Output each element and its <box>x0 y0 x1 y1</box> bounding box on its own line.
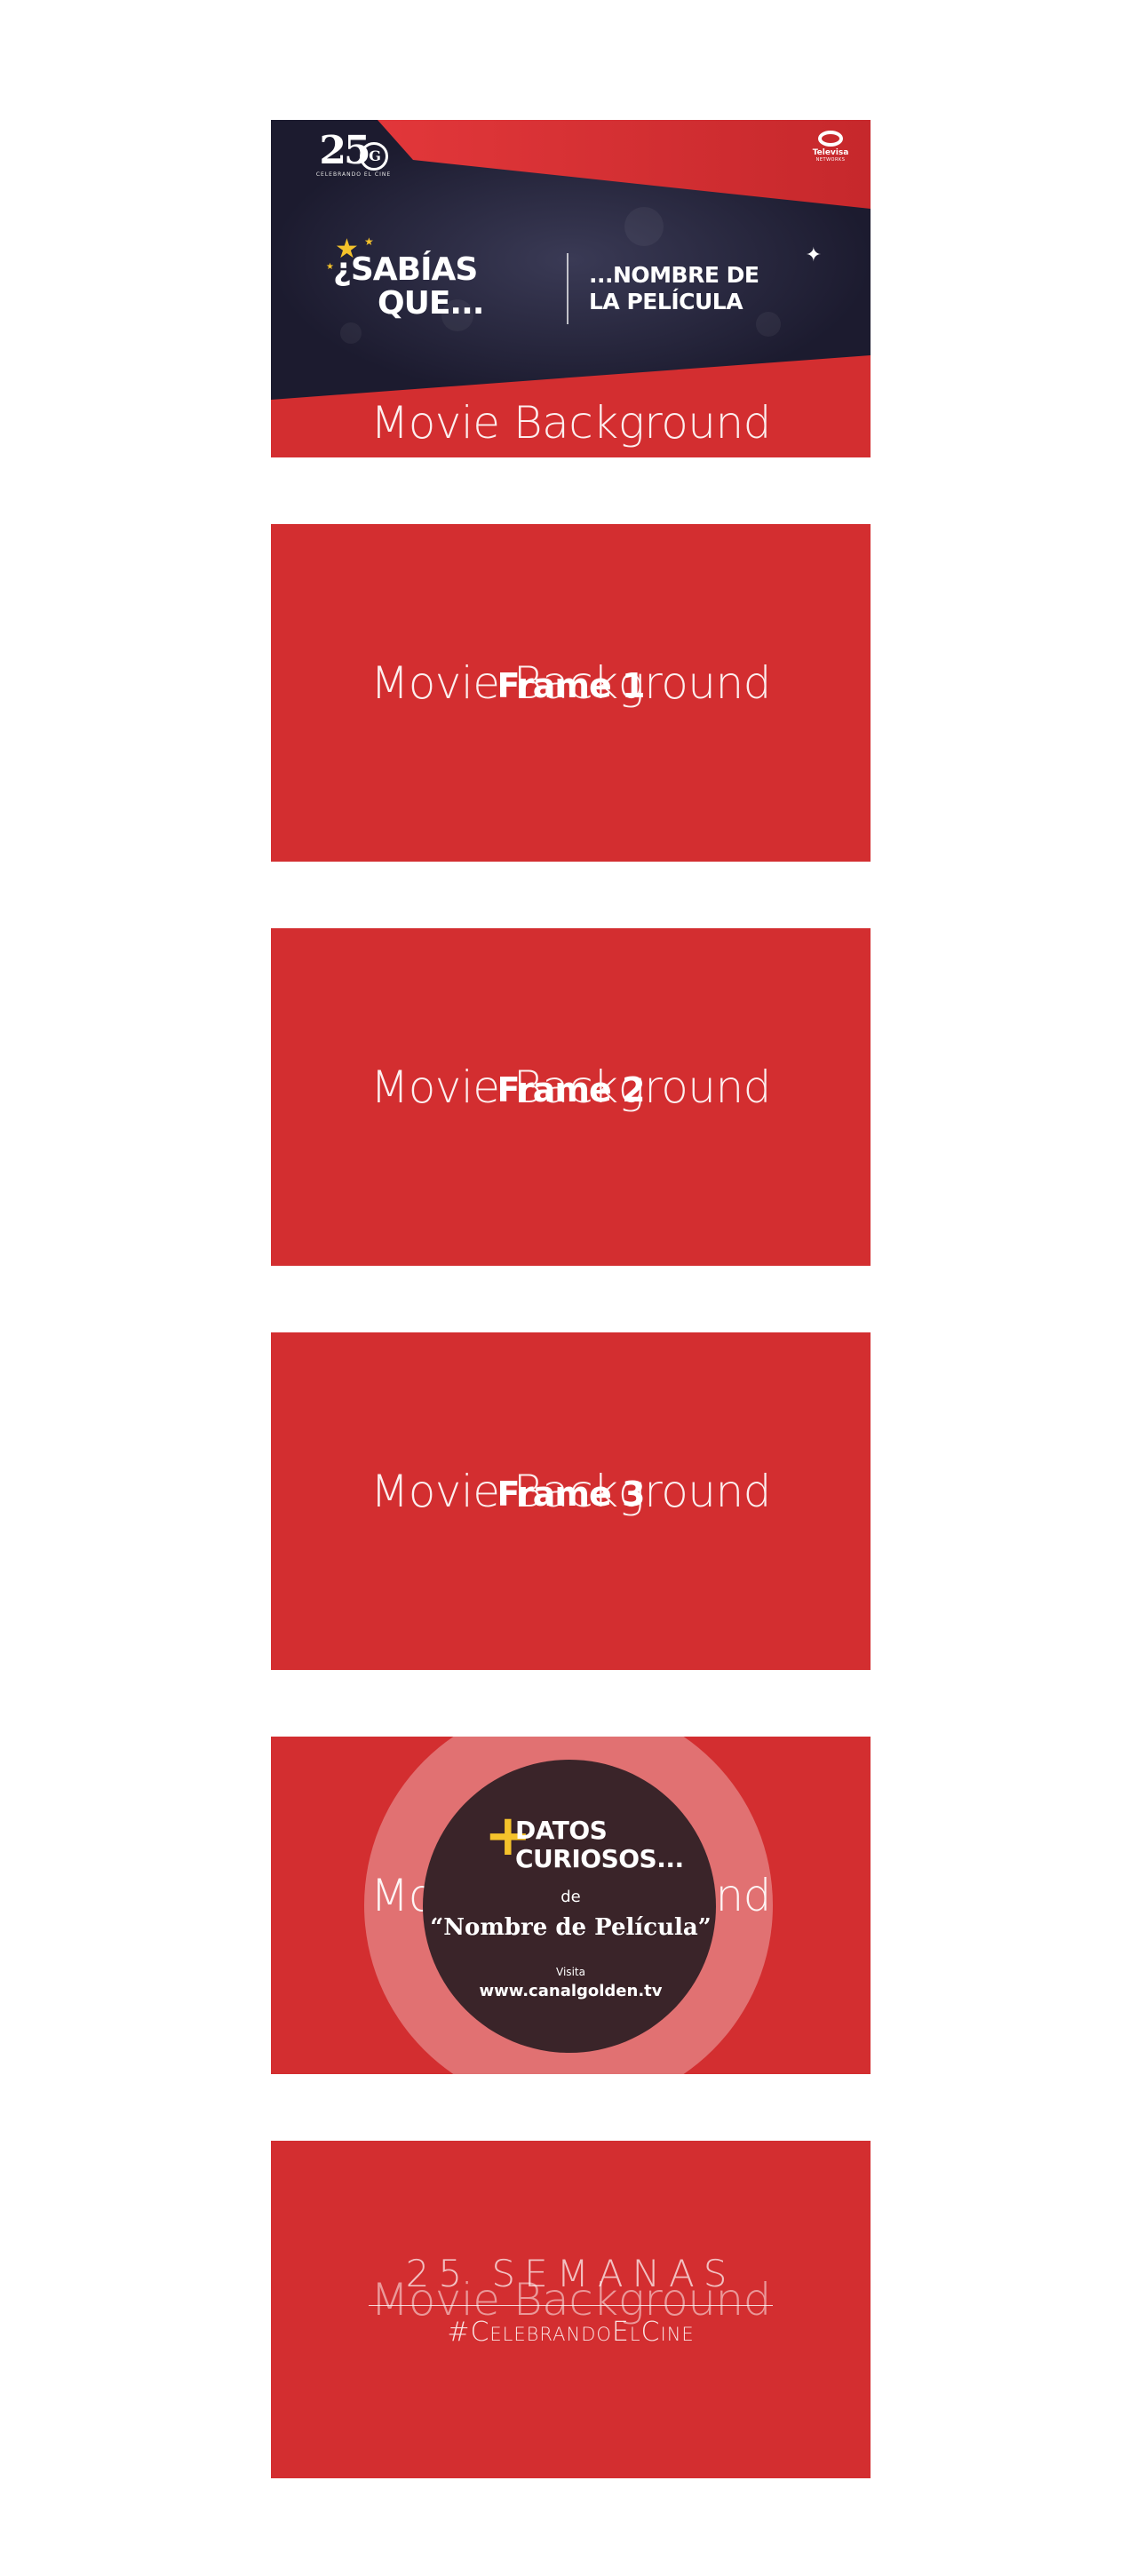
intro-frame: 25G CELEBRANDO EL CINE Televisa NETWORKS… <box>271 120 871 457</box>
frame-label: Frame 3 <box>497 1475 646 1514</box>
datos-title: DATOS CURIOSOS... <box>515 1817 684 1873</box>
movie-title: ...NOMBRE DE LA PELÍCULA <box>589 262 759 315</box>
headline-divider <box>567 253 568 324</box>
datos-title-line2: CURIOSOS... <box>515 1844 684 1873</box>
headline-line1: ¿SABÍAS <box>333 251 478 288</box>
weeks-title: 25 SEMANAS <box>405 2252 736 2295</box>
sabias-que-headline: ¿SABÍAS QUE... <box>333 251 484 322</box>
closing-frame: Movie Background 25 SEMANAS #CelebrandoE… <box>271 2141 871 2478</box>
frame-3: Movie Background Frame 3 <box>271 1332 871 1670</box>
logo-tagline: CELEBRANDO EL CINE <box>315 171 392 178</box>
network-name: Televisa <box>812 148 849 157</box>
movie-name: “Nombre de Película” <box>430 1914 712 1941</box>
logo-letter: G <box>359 141 388 171</box>
televisa-logo: Televisa NETWORKS <box>807 131 855 163</box>
datos-title-line1: DATOS <box>515 1816 608 1845</box>
movie-background-text: Movie Background <box>370 397 771 449</box>
frame-1: Movie Background Frame 1 <box>271 524 871 862</box>
movie-title-line1: ...NOMBRE DE <box>589 262 759 288</box>
datos-curiosos-frame: Movie Background + DATOS CURIOSOS... de … <box>271 1737 871 2074</box>
frame-label: Frame 1 <box>497 666 646 705</box>
title-rule <box>369 2305 773 2306</box>
canal-golden-25-logo: 25G CELEBRANDO EL CINE <box>305 129 402 179</box>
de-text: de <box>561 1888 581 1906</box>
televisa-eye-icon <box>818 131 843 147</box>
hashtag: #CelebrandoElCine <box>447 2317 695 2348</box>
frame-label: Frame 2 <box>497 1070 646 1109</box>
headline-line2: QUE... <box>378 285 484 322</box>
movie-title-line2: LA PELÍCULA <box>589 289 743 314</box>
small-star-icon: ★ <box>364 235 374 248</box>
sparkle-icon: ✦ <box>805 244 822 266</box>
network-sub: NETWORKS <box>815 157 846 163</box>
website-url: www.canalgolden.tv <box>479 1982 663 2000</box>
visit-label: Visita <box>556 1966 585 1978</box>
frame-2: Movie Background Frame 2 <box>271 928 871 1266</box>
inner-circle <box>423 1760 716 2053</box>
